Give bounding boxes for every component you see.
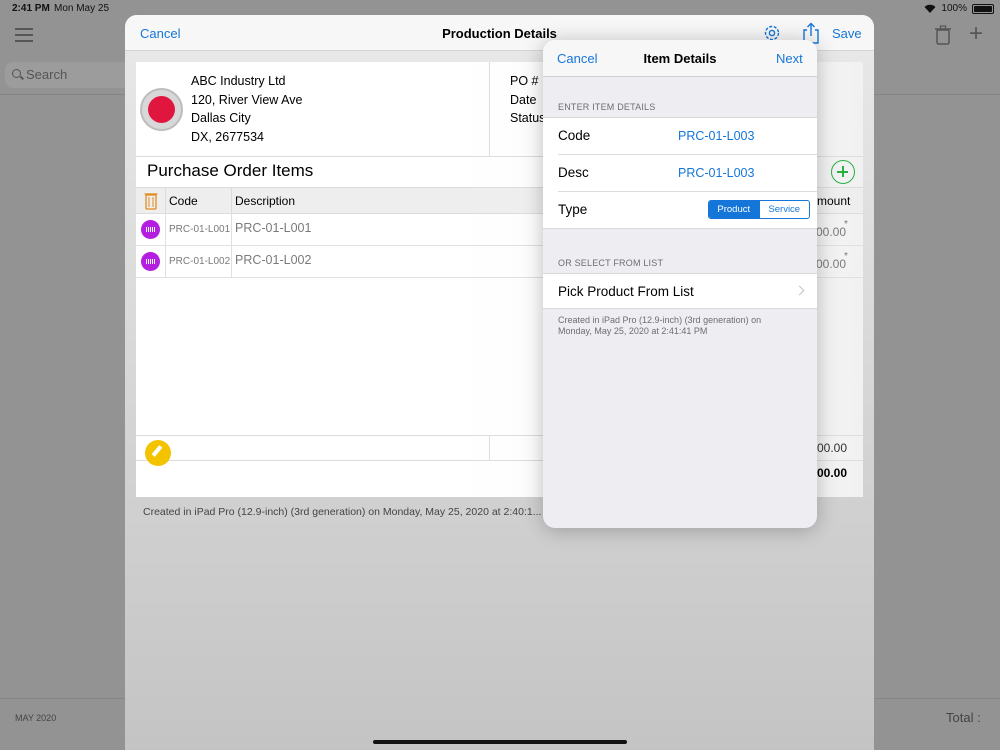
po-status-label: Status — [510, 111, 546, 125]
section-header-select-list: OR SELECT FROM LIST — [558, 258, 664, 268]
company-name: ABC Industry Ltd — [191, 74, 286, 88]
company-logo[interactable] — [140, 88, 183, 131]
pick-product-row[interactable]: Pick Product From List — [543, 273, 817, 309]
desc-field[interactable]: PRC-01-L003 — [678, 166, 754, 180]
code-label: Code — [558, 128, 591, 143]
status-indicators: 100% — [924, 3, 994, 14]
subtotal-value: 00.00 — [817, 441, 848, 455]
desc-label: Desc — [558, 165, 589, 180]
save-button[interactable]: Save — [832, 26, 862, 41]
column-header-description: Description — [235, 194, 296, 208]
item-details-group: Code PRC-01-L003 Desc PRC-01-L003 Type P… — [543, 117, 817, 229]
code-row[interactable]: Code PRC-01-L003 — [543, 118, 817, 155]
status-bar: 2:41 PM Mon May 25 100% — [0, 0, 1000, 16]
row-code: PRC-01-L002 — [169, 256, 231, 267]
item-icon — [141, 220, 160, 239]
company-region: DX, 2677534 — [191, 129, 264, 144]
battery-percent: 100% — [941, 3, 967, 14]
popover-created-line1: Created in iPad Pro (12.9-inch) (3rd gen… — [558, 315, 762, 325]
popover-created-note: Created in iPad Pro (12.9-inch) (3rd gen… — [558, 315, 798, 337]
battery-icon — [972, 3, 994, 14]
next-button[interactable]: Next — [776, 51, 803, 66]
column-header-amount: mount — [817, 194, 851, 208]
row-mark: * — [844, 251, 848, 262]
footer-total-label: Total : — [946, 710, 981, 725]
row-mark: * — [844, 219, 848, 230]
po-date-label: Date — [510, 92, 537, 107]
status-time: 2:41 PM — [12, 3, 50, 14]
type-option-product[interactable]: Product — [709, 201, 759, 218]
sheet-created-note: Created in iPad Pro (12.9-inch) (3rd gen… — [143, 506, 542, 518]
row-code: PRC-01-L001 — [169, 224, 231, 235]
desc-row[interactable]: Desc PRC-01-L003 — [543, 155, 817, 192]
po-info[interactable]: PO # Date Status — [510, 72, 545, 128]
total-value: 00.00 — [817, 466, 848, 480]
footer-month: MAY 2020 — [15, 713, 57, 723]
search-input[interactable]: Search — [5, 62, 135, 88]
status-date: Mon May 25 — [54, 3, 110, 14]
popover-navbar: Cancel Item Details Next — [543, 40, 817, 77]
type-option-service[interactable]: Service — [758, 201, 810, 218]
delete-items-icon[interactable] — [144, 190, 158, 210]
company-address-line1: 120, River View Ave — [191, 92, 303, 107]
item-details-popover: Cancel Item Details Next ENTER ITEM DETA… — [543, 40, 817, 528]
po-number-label: PO # — [510, 74, 539, 88]
company-city: Dallas City — [191, 111, 251, 125]
search-placeholder: Search — [26, 67, 68, 82]
add-item-button[interactable] — [831, 160, 855, 184]
row-description: PRC-01-L001 — [235, 221, 312, 235]
items-section-title: Purchase Order Items — [147, 161, 314, 180]
home-indicator[interactable] — [373, 740, 627, 744]
edit-pencil-icon[interactable] — [145, 440, 171, 466]
building-icon — [148, 96, 175, 123]
section-header-enter-details: ENTER ITEM DETAILS — [558, 102, 656, 112]
wifi-icon — [924, 4, 936, 13]
item-icon — [141, 252, 160, 271]
company-address[interactable]: ABC Industry Ltd 120, River View Ave Dal… — [191, 72, 302, 146]
popover-created-line2: Monday, May 25, 2020 at 2:41:41 PM — [558, 326, 708, 336]
type-label: Type — [558, 202, 588, 217]
search-icon — [12, 69, 21, 78]
code-field[interactable]: PRC-01-L003 — [678, 129, 754, 143]
row-description: PRC-01-L002 — [235, 253, 312, 267]
type-row: Type Product Service — [543, 192, 817, 229]
type-segmented-control[interactable]: Product Service — [708, 200, 810, 219]
row-amount: 00.00 — [816, 257, 847, 271]
menu-icon[interactable] — [15, 28, 33, 42]
chevron-right-icon — [794, 285, 805, 296]
row-amount: 00.00 — [816, 225, 847, 239]
add-icon[interactable]: + — [969, 22, 983, 46]
column-header-code: Code — [169, 194, 198, 208]
trash-icon[interactable] — [934, 25, 952, 45]
pick-product-label: Pick Product From List — [558, 284, 694, 299]
